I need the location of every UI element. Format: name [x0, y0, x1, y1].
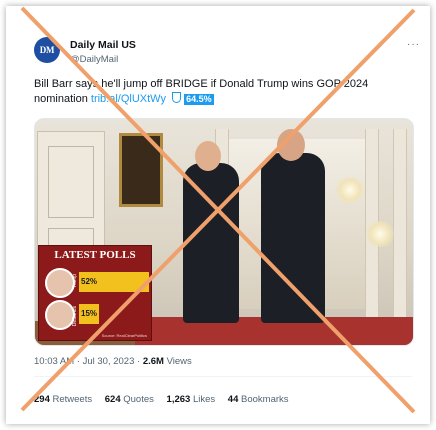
account-handle[interactable]: @DailyMail: [70, 54, 118, 65]
retweets-stat[interactable]: 294 Retweets: [34, 394, 92, 405]
avatar-logo: DM: [39, 45, 55, 55]
tweet-photo[interactable]: LATEST POLLS Trump 52% DeSantis 15% Sour…: [34, 118, 414, 346]
tweet-date[interactable]: Jul 30, 2023: [83, 356, 135, 367]
quotes-stat[interactable]: 624 Quotes: [105, 394, 154, 405]
avatar[interactable]: DM: [34, 37, 60, 63]
tweet-meta: 10:03 AM · Jul 30, 2023 · 2.6M Views: [34, 356, 192, 367]
polls-title: LATEST POLLS: [54, 249, 136, 261]
figure-right-head: [277, 129, 305, 161]
figure-left-head: [195, 141, 221, 171]
tweet-time[interactable]: 10:03 AM: [34, 356, 74, 367]
candidate-photo: [45, 268, 75, 298]
tweet-card: DM Daily Mail US @DailyMail ··· Bill Bar…: [6, 6, 430, 424]
figure-right: [261, 153, 325, 323]
figure-left: [183, 163, 239, 323]
bookmarks-count: 44: [227, 394, 239, 405]
quotes-label: Quotes: [123, 394, 154, 405]
poll-name: Trump: [72, 274, 78, 289]
poll-row: Trump 52%: [45, 268, 149, 298]
polls-source: Source: RealClearPolitics: [101, 333, 147, 338]
views-label: Views: [166, 356, 192, 367]
quotes-count: 624: [104, 394, 121, 405]
tweet-text: Bill Barr says he'll jump off BRIDGE if …: [34, 77, 414, 107]
likes-label: Likes: [192, 394, 216, 405]
chandelier: [335, 177, 365, 203]
more-options-icon[interactable]: ···: [407, 39, 420, 50]
photo-portrait: [119, 133, 163, 207]
poll-value: 52%: [81, 277, 98, 286]
poll-row: DeSantis 15%: [45, 300, 149, 330]
likes-stat[interactable]: 1,263 Likes: [167, 394, 216, 405]
poll-name: DeSantis: [72, 306, 78, 327]
tweet-header: DM Daily Mail US @DailyMail ···: [34, 36, 424, 72]
door-panel: [48, 146, 94, 218]
tweet-stats: 294 Retweets 624 Quotes 1,263 Likes 44 B…: [34, 394, 299, 405]
poll-value: 15%: [81, 309, 98, 318]
shield-icon: [172, 92, 182, 103]
candidate-photo: [45, 300, 75, 330]
divider: [34, 376, 412, 377]
bookmarks-stat[interactable]: 44 Bookmarks: [228, 394, 289, 405]
bookmarks-label: Bookmarks: [241, 394, 289, 405]
photo-column: [393, 129, 407, 319]
account-name[interactable]: Daily Mail US: [70, 39, 136, 51]
retweets-count: 294: [34, 394, 50, 405]
views-count: 2.6M: [142, 356, 164, 367]
retweets-label: Retweets: [52, 394, 93, 405]
tweet-link[interactable]: trib.al/QlUXtWy: [91, 93, 166, 105]
percent-badge: 64.5%: [184, 94, 214, 105]
chandelier: [365, 221, 395, 247]
latest-polls-graphic: LATEST POLLS Trump 52% DeSantis 15% Sour…: [38, 245, 152, 341]
likes-count: 1,263: [166, 394, 191, 405]
